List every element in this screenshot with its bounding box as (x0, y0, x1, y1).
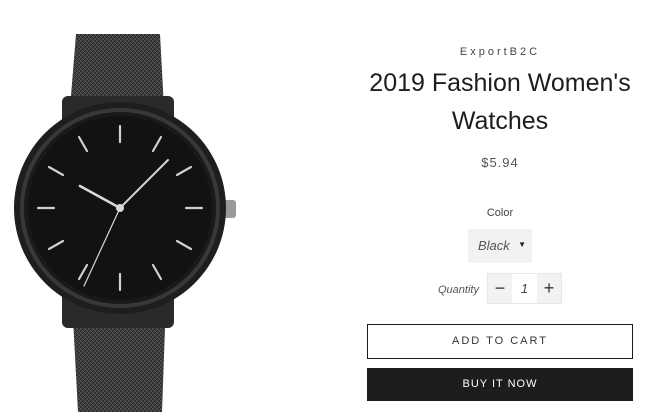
color-label: Color (486, 207, 514, 219)
caret-down-icon: ▼ (518, 240, 526, 249)
product-title: 2019 Fashion Women's Watches (369, 69, 631, 135)
color-select-value: Black (478, 238, 510, 253)
minus-icon[interactable]: − (488, 274, 512, 303)
watch-illustration (14, 34, 236, 412)
quantity-label: Quantity (438, 284, 479, 296)
product-image[interactable] (0, 0, 250, 417)
quantity-stepper: − 1 + (487, 273, 562, 304)
color-select[interactable]: Black ▼ (468, 229, 532, 263)
add-to-cart-button[interactable]: ADD TO CART (367, 324, 633, 359)
product-price: $5.94 (481, 155, 519, 170)
product-info: ExportB2C 2019 Fashion Women's Watches $… (350, 0, 650, 417)
plus-icon[interactable]: + (537, 274, 561, 303)
buy-it-now-button[interactable]: BUY IT NOW (367, 368, 633, 401)
quantity-input[interactable]: 1 (512, 274, 537, 303)
vendor-name[interactable]: ExportB2C (350, 46, 650, 58)
